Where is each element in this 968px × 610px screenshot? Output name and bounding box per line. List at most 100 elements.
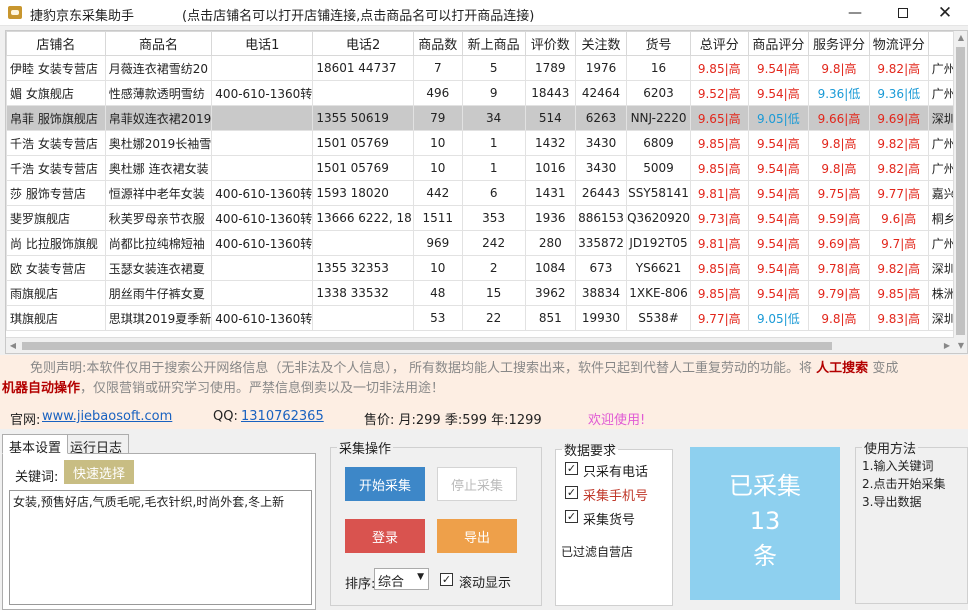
data-requirements-legend: 数据要求 <box>564 444 617 459</box>
table-cell <box>312 80 415 106</box>
table-row[interactable]: 千浩 女装专营店 奥杜娜2019长袖雪 1501 05769 10 1 1432 3430 6… <box>6 130 967 156</box>
table-cell: 9.78|高 <box>808 255 870 281</box>
site-link[interactable]: www.jiebaosoft.com <box>42 409 172 424</box>
column-header[interactable]: 物流评分 <box>868 31 929 56</box>
vertical-scroll-thumb[interactable] <box>956 47 965 335</box>
table-cell[interactable]: 伊睦 女装专营店 <box>6 55 106 81</box>
disclaimer-mid: 变成 <box>872 361 899 376</box>
table-row[interactable]: 帛菲 服饰旗舰店 帛菲奴连衣裙2019 1355 50619 79 34 514 6263 N… <box>6 105 967 131</box>
column-header[interactable]: 服务评分 <box>808 31 870 56</box>
column-header[interactable]: 店铺名 <box>6 31 106 56</box>
collected-label: 已采集 <box>729 472 801 500</box>
collect-mobile-checkbox[interactable]: ✓ <box>565 486 578 499</box>
table-cell: 1355 50619 <box>312 105 415 131</box>
table-row[interactable]: 伊睦 女装专营店 月薇连衣裙雪纺20 18601 44737 7 5 1789 1976 16… <box>6 55 967 81</box>
table-cell[interactable]: 千浩 女装专营店 <box>6 130 106 156</box>
tab-run-log[interactable]: 运行日志 <box>63 434 130 456</box>
table-row[interactable]: 媚 女旗舰店 性感薄款透明雪纺 400-610-1360转 496 9 18443 4246… <box>6 80 967 106</box>
scroll-display-checkbox[interactable]: ✓ <box>440 573 453 586</box>
column-header[interactable]: 商品评分 <box>747 31 810 56</box>
table-cell: 9.54|高 <box>747 130 810 156</box>
table-cell[interactable]: 帛菲 服饰旗舰店 <box>6 105 106 131</box>
close-button[interactable]: ✕ <box>922 0 968 26</box>
table-cell: 6263 <box>574 105 628 131</box>
table-row[interactable]: 雨旗舰店 朋丝雨牛仔裤女夏 1338 33532 48 15 3962 38834 1XKE-… <box>6 280 967 306</box>
table-row[interactable]: 琪旗舰店 思琪琪2019夏季新 400-610-1360转 53 22 851 19930 S… <box>6 305 967 331</box>
horizontal-scroll-thumb[interactable] <box>22 342 832 350</box>
table-cell: 514 <box>524 105 576 131</box>
table-cell[interactable]: 玉瑟女装连衣裙夏 <box>104 255 213 281</box>
table-cell[interactable]: 奥杜娜 连衣裙女装 <box>104 155 213 181</box>
table-row[interactable]: 尚 比拉服饰旗舰 尚都比拉纯棉短袖 400-610-1360转 969 242 280 33… <box>6 230 967 256</box>
table-cell: 38834 <box>574 280 628 306</box>
table-row[interactable]: 莎 服饰专营店 恒源祥中老年女装 400-610-1360转 1593 18020 44… <box>6 180 967 206</box>
table-cell: 9.75|高 <box>808 180 870 206</box>
quick-select-button[interactable]: 快速选择 <box>64 460 134 484</box>
table-cell[interactable]: 思琪琪2019夏季新 <box>104 305 213 331</box>
column-header[interactable]: 商品数 <box>413 31 463 56</box>
column-header[interactable]: 电话1 <box>211 31 314 56</box>
table-cell[interactable]: 尚都比拉纯棉短袖 <box>104 230 213 256</box>
results-grid[interactable]: 店铺名 商品名 电话1 电话2 商品数 新上商品 评价数 关注数 货号 总评分 商品评分 服务评分 物流… <box>5 30 968 354</box>
table-cell[interactable]: 秋芙罗母亲节衣服 <box>104 205 213 231</box>
table-cell[interactable]: 朋丝雨牛仔裤女夏 <box>104 280 213 306</box>
column-header[interactable]: 货号 <box>626 31 691 56</box>
table-cell[interactable]: 莎 服饰专营店 <box>6 180 106 206</box>
sort-select[interactable]: 综合 ▼ <box>374 568 429 590</box>
vertical-scrollbar[interactable]: ▲ ▼ <box>953 31 967 353</box>
welcome-text: 欢迎使用! <box>588 413 646 428</box>
table-cell[interactable]: 性感薄款透明雪纺 <box>104 80 213 106</box>
table-cell: 5 <box>461 55 526 81</box>
column-header[interactable]: 新上商品 <box>461 31 526 56</box>
table-cell[interactable]: 帛菲奴连衣裙2019 <box>104 105 213 131</box>
tab-basic-settings[interactable]: 基本设置 <box>2 434 69 456</box>
table-cell: 673 <box>574 255 628 281</box>
table-cell: 9.54|高 <box>747 80 810 106</box>
results-table: 店铺名 商品名 电话1 电话2 商品数 新上商品 评价数 关注数 货号 总评分 商品评分 服务评分 物流… <box>6 31 967 331</box>
table-cell[interactable]: 琪旗舰店 <box>6 305 106 331</box>
export-button[interactable]: 导出 <box>437 519 517 553</box>
disclaimer-text-2: ，仅限营销或研究学习使用。严禁信息倒卖以及一切非法用途！ <box>80 381 445 396</box>
column-header[interactable]: 电话2 <box>312 31 415 56</box>
table-cell[interactable]: 恒源祥中老年女装 <box>104 180 213 206</box>
minimize-button[interactable]: — <box>832 0 878 26</box>
table-cell[interactable]: 雨旗舰店 <box>6 280 106 306</box>
table-row[interactable]: 千浩 女装专营店 奥杜娜 连衣裙女装 1501 05769 10 1 1016 3430 50… <box>6 155 967 181</box>
only-with-phone-checkbox[interactable]: ✓ <box>565 462 578 475</box>
table-cell: 9.66|高 <box>808 105 870 131</box>
login-button[interactable]: 登录 <box>345 519 425 553</box>
app-logo-icon <box>8 6 22 19</box>
table-cell: 442 <box>413 180 463 206</box>
table-cell: 16 <box>626 55 691 81</box>
table-row[interactable]: 欧 女装专营店 玉瑟女装连衣裙夏 1355 32353 10 2 1084 673 YS662… <box>6 255 967 281</box>
scroll-down-icon[interactable]: ▼ <box>954 339 967 353</box>
table-cell: 9.36|低 <box>808 80 870 106</box>
column-header[interactable]: 总评分 <box>689 31 749 56</box>
scroll-right-icon[interactable]: ▶ <box>940 338 954 353</box>
table-cell[interactable]: 月薇连衣裙雪纺20 <box>104 55 213 81</box>
table-row[interactable]: 斐罗旗舰店 秋芙罗母亲节衣服 400-610-1360转 13666 6222, 18… <box>6 205 967 231</box>
column-header[interactable]: 商品名 <box>104 31 213 56</box>
table-cell: 9.69|高 <box>808 230 870 256</box>
table-cell[interactable]: 欧 女装专营店 <box>6 255 106 281</box>
stop-collect-button[interactable]: 停止采集 <box>437 467 517 501</box>
table-cell[interactable]: 奥杜娜2019长袖雪 <box>104 130 213 156</box>
maximize-button[interactable] <box>880 0 926 26</box>
table-cell[interactable]: 媚 女旗舰店 <box>6 80 106 106</box>
qq-link[interactable]: 1310762365 <box>241 409 324 424</box>
keyword-textarea[interactable]: 女装,预售好店,气质毛呢,毛衣针织,时尚外套,冬上新 <box>9 490 312 605</box>
table-cell[interactable]: 千浩 女装专营店 <box>6 155 106 181</box>
scroll-up-icon[interactable]: ▲ <box>954 31 967 45</box>
scroll-left-icon[interactable]: ◀ <box>6 338 20 353</box>
table-cell[interactable]: 尚 比拉服饰旗舰 <box>6 230 106 256</box>
horizontal-scrollbar[interactable]: ◀ ▶ <box>6 337 954 353</box>
table-cell[interactable]: 斐罗旗舰店 <box>6 205 106 231</box>
column-header[interactable]: 关注数 <box>574 31 628 56</box>
start-collect-button[interactable]: 开始采集 <box>345 467 425 501</box>
column-header[interactable]: 评价数 <box>524 31 576 56</box>
collect-sku-checkbox[interactable]: ✓ <box>565 510 578 523</box>
table-cell: 1355 32353 <box>312 255 415 281</box>
usage-step-1: 1.输入关键词 <box>862 459 934 473</box>
table-cell: 1016 <box>524 155 576 181</box>
table-cell: 13666 6222, 18 <box>312 205 415 231</box>
